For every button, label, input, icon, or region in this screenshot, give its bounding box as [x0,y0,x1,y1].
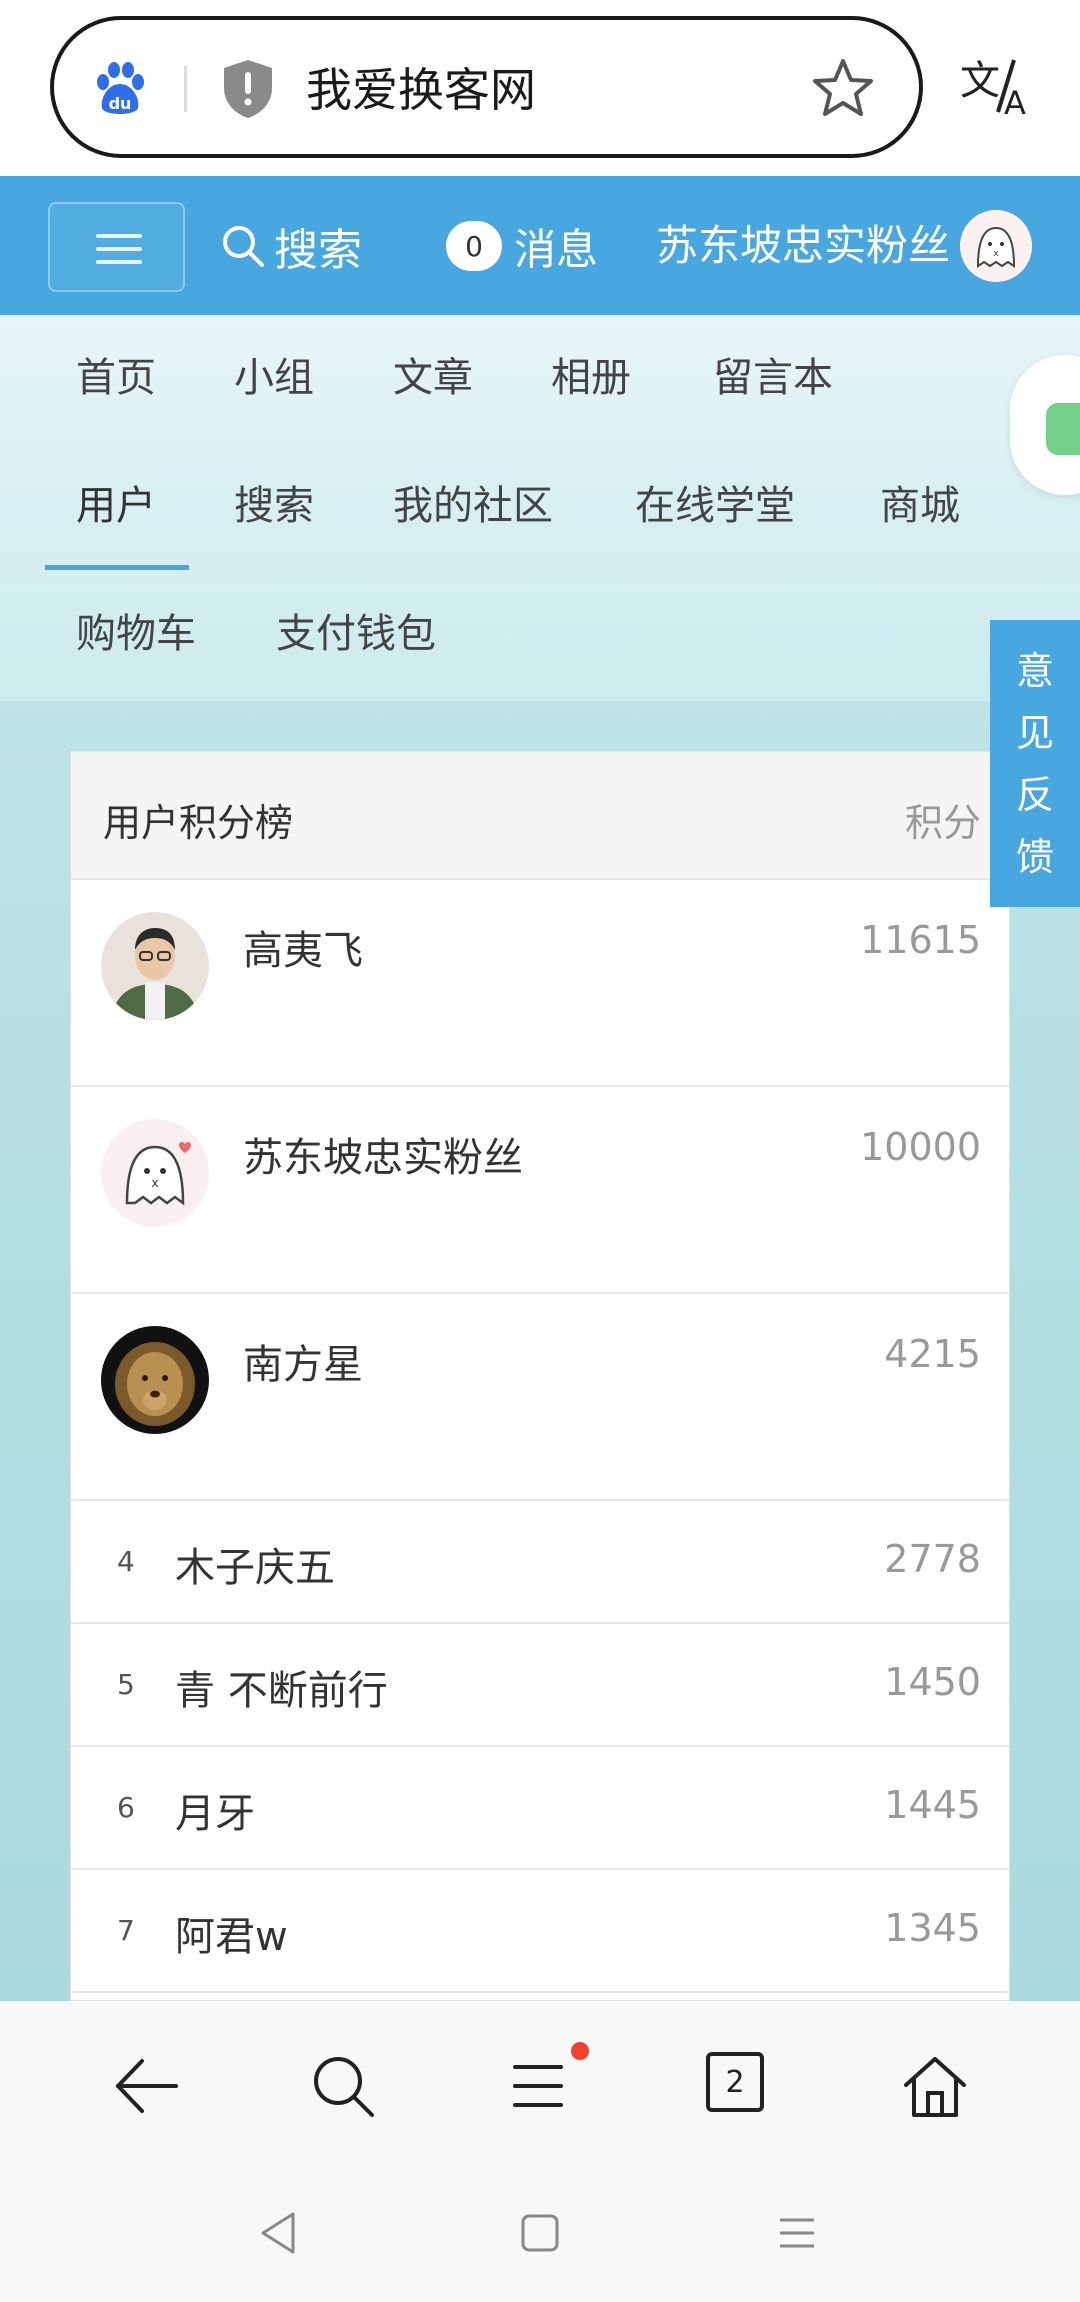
lion-photo-icon [101,1326,209,1434]
nav-item-online-school[interactable]: 在线学堂 [635,481,795,531]
system-home-icon[interactable] [515,2208,565,2258]
svg-text:x: x [151,1176,158,1190]
leaderboard-rank: 4 [117,1545,135,1578]
leaderboard-header: 用户积分榜 积分 [71,752,1009,880]
header-search-label: 搜索 [274,225,362,276]
user-avatar[interactable]: x [101,1119,209,1227]
leaderboard-title: 用户积分榜 [103,801,294,845]
leaderboard-username[interactable]: 苏东坡忠实粉丝 [243,1125,523,1183]
leaderboard-username[interactable]: 月牙 [175,1781,255,1839]
svg-text:文: 文 [960,58,1000,104]
leaderboard-row[interactable]: 7 阿君w 1345 [71,1870,1009,1993]
leaderboard-score: 4215 [884,1332,981,1376]
ghost-avatar-icon: x [960,210,1032,282]
svg-text:A: A [1004,84,1026,120]
leaderboard-top-row[interactable]: x 苏东坡忠实粉丝 10000 [71,1087,1009,1294]
ghost-avatar-icon: x [101,1119,209,1227]
feedback-char: 见 [1015,710,1054,755]
system-menu-icon[interactable] [772,2208,822,2258]
leaderboard-username[interactable]: 青 不断前行 [175,1658,388,1716]
feedback-char: 反 [1015,772,1054,817]
leaderboard-top-row[interactable]: 高夷飞 11615 [71,880,1009,1087]
nav-item-my-community[interactable]: 我的社区 [393,481,553,531]
header-messages-link[interactable]: 0 消息 [446,216,598,276]
leaderboard-top-row[interactable]: 南方星 4215 [71,1294,1009,1501]
site-header: 搜索 0 消息 苏东坡忠实粉丝 x [0,176,1080,315]
nav-item-guestbook[interactable]: 留言本 [713,353,833,403]
main-nav: 首页 小组 文章 相册 留言本 用户 搜索 我的社区 在线学堂 商城 购物车 支… [0,315,1080,701]
user-avatar[interactable]: x [960,210,1032,282]
nav-item-users[interactable]: 用户 [76,481,156,531]
menu-line-icon [96,260,142,264]
leaderboard-rank: 7 [117,1914,135,1947]
nav-item-search[interactable]: 搜索 [234,481,314,531]
baidu-logo-icon: du [97,62,144,114]
system-nav-bar [0,2164,1080,2302]
leaderboard-score-header: 积分 [904,801,981,845]
leaderboard-row[interactable]: 4 木子庆五 2778 [71,1501,1009,1624]
header-messages-label: 消息 [514,224,599,274]
address-bar[interactable]: du 我爱换客网 [50,16,923,158]
page-title: 我爱换客网 [306,63,536,117]
leaderboard-username[interactable]: 木子庆五 [175,1535,335,1593]
browser-address-area: du 我爱换客网 文 A [0,0,1080,176]
leaderboard-username[interactable]: 阿君w [175,1904,288,1962]
user-avatar[interactable] [101,912,209,1020]
leaderboard-score: 10000 [860,1125,981,1169]
menu-icon[interactable] [505,2053,575,2119]
nav-item-wallet[interactable]: 支付钱包 [276,609,436,659]
bookmark-star-icon[interactable] [810,56,876,122]
leaderboard-score: 1345 [884,1906,981,1950]
feedback-char: 意 [1015,648,1054,693]
svg-text:du: du [109,94,132,113]
menu-line-icon [96,234,142,238]
nav-item-albums[interactable]: 相册 [551,353,631,403]
svg-text:x: x [993,249,999,259]
nav-item-home[interactable]: 首页 [76,353,156,403]
leaderboard-username[interactable]: 南方星 [243,1332,363,1390]
nav-item-cart[interactable]: 购物车 [76,609,196,659]
leaderboard-score: 1445 [884,1783,981,1827]
shield-warning-icon[interactable] [220,58,276,120]
leaderboard-score: 1450 [884,1660,981,1704]
header-username[interactable]: 苏东坡忠实粉丝 [656,216,950,276]
notification-dot [571,2042,589,2060]
leaderboard-row[interactable]: 5 青 不断前行 1450 [71,1624,1009,1747]
address-separator [184,66,187,112]
search-icon[interactable] [308,2053,378,2119]
hamburger-menu-button[interactable] [48,202,185,292]
leaderboard-username[interactable]: 高夷飞 [243,918,363,976]
menu-line-icon [96,247,142,251]
search-icon [223,226,264,267]
person-photo-icon [101,912,209,1020]
feedback-char: 馈 [1015,834,1054,879]
floating-chat-button[interactable] [1010,355,1080,495]
nav-item-groups[interactable]: 小组 [234,353,314,403]
browser-toolbar: 2 [0,2001,1080,2164]
system-back-icon[interactable] [255,2208,305,2258]
tabs-button[interactable]: 2 [706,2052,764,2112]
nav-item-articles[interactable]: 文章 [393,353,473,403]
nav-active-indicator [45,565,189,570]
leaderboard-score: 2778 [884,1537,981,1581]
leaderboard-rank: 6 [117,1791,135,1824]
user-avatar[interactable] [101,1326,209,1434]
back-arrow-icon[interactable] [112,2053,182,2119]
translate-icon[interactable]: 文 A [958,50,1032,120]
feedback-tab[interactable]: 意 见 反 馈 [990,620,1080,907]
leaderboard-row[interactable]: 6 月牙 1445 [71,1747,1009,1870]
leaderboard-score: 11615 [860,918,981,962]
points-leaderboard: 用户积分榜 积分 高夷飞 11615 x 苏东坡忠实粉丝 10000 南方星 4… [70,751,1010,2001]
header-search-link[interactable]: 搜索 [220,216,362,276]
home-icon[interactable] [900,2053,970,2119]
chat-bubble-icon [1046,403,1080,455]
message-count-badge: 0 [446,221,502,271]
leaderboard-rank: 5 [117,1668,135,1701]
nav-item-mall[interactable]: 商城 [880,481,960,531]
